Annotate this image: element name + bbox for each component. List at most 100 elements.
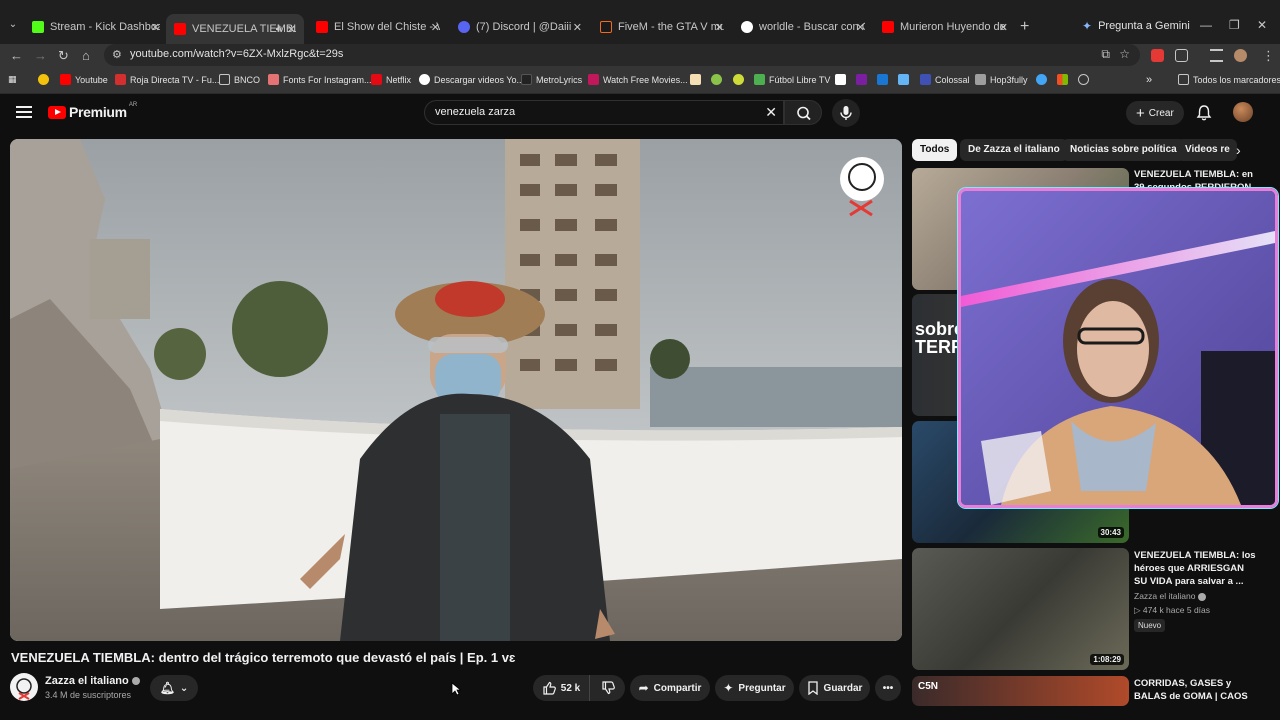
more-actions-button[interactable]: ••• — [875, 675, 901, 701]
share-button[interactable]: ➦ Compartir — [630, 675, 710, 701]
browser-tab[interactable]: FiveM - the GTA V multipla ✕ — [600, 17, 724, 37]
youtube-icon — [882, 21, 894, 33]
chevron-right-icon[interactable]: › — [1236, 142, 1241, 158]
bookmark[interactable]: Youtube — [60, 74, 108, 85]
bookmark[interactable] — [898, 74, 909, 85]
all-bookmarks[interactable]: Todos los marcadores — [1178, 74, 1280, 85]
bookmark[interactable]: Watch Free Movies... — [588, 74, 688, 85]
apps-grid-icon[interactable]: ▦ — [8, 74, 17, 85]
extensions-puzzle-icon[interactable] — [1175, 49, 1188, 62]
bookmark[interactable]: Fútbol Libre TV — [754, 74, 830, 85]
channel-name[interactable]: Zazza el italiano — [45, 675, 140, 687]
menu-dots-icon[interactable]: ⋮ — [1262, 48, 1275, 64]
more-bookmarks-icon[interactable]: » — [1146, 74, 1152, 86]
browser-tab[interactable]: worldle - Buscar con Goog ✕ — [741, 17, 865, 37]
home-icon[interactable]: ⌂ — [82, 48, 90, 63]
forward-icon[interactable]: → — [34, 48, 47, 63]
metrolyrics-icon — [521, 74, 532, 85]
tab-search-chevron-icon[interactable]: ⌄ — [6, 18, 20, 32]
bookmark[interactable]: MetroLyrics — [521, 74, 582, 85]
close-icon[interactable]: ✕ — [715, 21, 724, 34]
search-input[interactable]: venezuela zarza ✕ — [424, 100, 784, 125]
sparkle-icon: ✦ — [1082, 19, 1093, 33]
thumbs-up-icon — [543, 681, 556, 695]
bookmark[interactable]: Hop3fully — [975, 74, 1028, 85]
browser-tab-active[interactable]: VENEZUELA TIEMBLA: 🔊︎ ✕ — [166, 14, 304, 44]
site-info-icon[interactable]: ⚙︎ — [112, 48, 122, 61]
menu-icon[interactable] — [16, 106, 32, 118]
minimize-icon[interactable]: — — [1200, 18, 1212, 32]
youtube-header: Premium AR venezuela zarza ✕ + Crear — [0, 94, 1280, 134]
install-app-icon[interactable]: ⧉ — [1101, 47, 1110, 62]
ask-button[interactable]: ✦ Preguntar — [715, 675, 794, 701]
chip-politics[interactable]: Noticias sobre política — [1062, 139, 1185, 161]
close-icon[interactable]: ✕ — [573, 21, 582, 34]
colossal-icon — [920, 74, 931, 85]
bookmark[interactable]: Descargar videos Yo... — [419, 74, 524, 85]
emoji-icon — [38, 74, 49, 85]
bookmark[interactable] — [38, 74, 49, 85]
account-avatar[interactable] — [1233, 102, 1253, 122]
bookmark[interactable] — [1036, 74, 1047, 85]
bookmark[interactable] — [835, 74, 846, 85]
channel-avatar[interactable] — [10, 673, 38, 701]
chip-channel[interactable]: De Zazza el italiano — [960, 139, 1068, 161]
bookmark[interactable]: Colossal — [920, 74, 970, 85]
reading-list-icon[interactable] — [1210, 49, 1223, 62]
bookmark[interactable] — [711, 74, 722, 85]
folder-icon — [219, 74, 230, 85]
close-icon[interactable]: ✕ — [856, 21, 865, 34]
create-button[interactable]: + Crear — [1126, 101, 1184, 125]
like-button[interactable]: 52 k — [533, 675, 589, 701]
close-icon[interactable]: ✕ — [287, 23, 296, 36]
back-icon[interactable]: ← — [10, 48, 23, 63]
bookmark[interactable]: Fonts For Instagram... — [268, 74, 372, 85]
recommendation-channel[interactable]: Zazza el italiano — [1134, 590, 1207, 603]
search-icon — [797, 106, 811, 121]
search-button[interactable] — [784, 100, 822, 125]
video-player[interactable] — [10, 139, 902, 641]
youtube-logo[interactable]: Premium AR — [48, 102, 137, 120]
notifications-button[interactable] — [1196, 104, 1212, 126]
window-close-icon[interactable]: ✕ — [1257, 18, 1267, 32]
bookmark[interactable]: BNCO — [219, 74, 260, 85]
bookmark[interactable]: Netflix — [371, 74, 411, 85]
subscription-bell-button[interactable]: 🔔︎ ⌄ — [150, 675, 198, 701]
close-icon[interactable]: ✕ — [151, 21, 160, 34]
bookmark[interactable] — [856, 74, 867, 85]
recommendation-title[interactable]: VENEZUELA TIEMBLA: los héroes que ARRIES… — [1134, 549, 1259, 588]
clear-icon[interactable]: ✕ — [765, 104, 777, 121]
extension-icon[interactable] — [1151, 49, 1164, 62]
close-icon[interactable]: ✕ — [431, 21, 440, 34]
bookmark-icon — [733, 74, 744, 85]
browser-tab[interactable]: El Show del Chiste - VIDEO ✕ — [316, 17, 440, 37]
dislike-button[interactable] — [589, 675, 625, 701]
browser-tab[interactable]: Murieron Huyendo de Alg ✕ — [882, 17, 1008, 37]
bookmark[interactable]: Roja Directa TV - Fu... — [115, 74, 219, 85]
restore-icon[interactable]: ❐ — [1229, 18, 1240, 32]
speaker-icon[interactable]: 🔊︎ — [276, 24, 282, 35]
bookmark[interactable] — [690, 74, 701, 85]
profile-icon[interactable] — [1234, 49, 1247, 62]
bookmark[interactable] — [733, 74, 744, 85]
movies-icon — [588, 74, 599, 85]
video-thumbnail[interactable]: C5N — [912, 676, 1129, 706]
bookmark[interactable] — [1078, 74, 1089, 85]
save-button[interactable]: Guardar — [799, 675, 870, 701]
chip-todos[interactable]: Todos — [912, 139, 958, 161]
recommendation-title[interactable]: CORRIDAS, GASES y BALAS de GOMA | CAOS t… — [1134, 677, 1259, 705]
bookmark[interactable] — [1057, 74, 1068, 85]
bookmark[interactable] — [877, 74, 888, 85]
browser-tab[interactable]: (7) Discord | @Daiii ✕ — [458, 17, 582, 37]
video-thumbnail[interactable]: 1:08:29 — [912, 548, 1129, 670]
omnibox[interactable]: ⚙︎ youtube.com/watch?v=6ZX-MxlzRgc&t=29s… — [104, 44, 1140, 66]
new-tab-icon[interactable]: + — [1020, 18, 1029, 36]
reload-icon[interactable]: ↻ — [58, 48, 69, 64]
close-icon[interactable]: ✕ — [999, 21, 1008, 34]
bookmark-star-icon[interactable]: ☆ — [1119, 47, 1130, 61]
chip-videos[interactable]: Videos re — [1177, 139, 1237, 161]
address-bar: ← → ↻ ⌂ ⚙︎ youtube.com/watch?v=6ZX-MxlzR… — [0, 44, 1280, 68]
gemini-button[interactable]: ✦ Pregunta a Gemini — [1082, 19, 1190, 33]
browser-tab[interactable]: Stream - Kick Dashboard ✕ — [32, 17, 160, 37]
voice-search-button[interactable] — [832, 99, 860, 127]
